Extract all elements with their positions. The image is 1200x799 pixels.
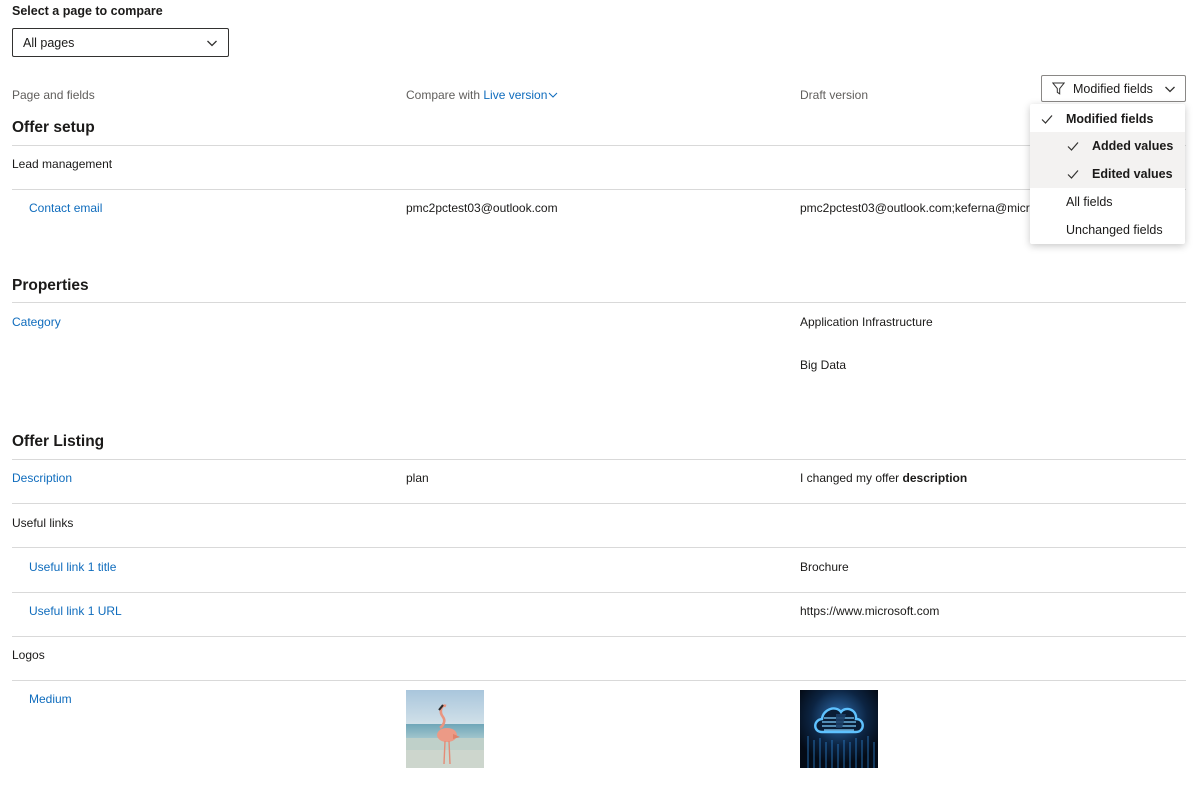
field-link-contact-email[interactable]: Contact email [29,201,102,215]
section-title-properties: Properties [12,277,89,294]
filter-icon [1052,82,1065,95]
divider [12,503,1186,504]
field-link-useful-link-1-url[interactable]: Useful link 1 URL [29,604,122,618]
column-header-compare: Compare with Live version [406,88,558,102]
page-select-dropdown[interactable]: All pages [12,28,229,57]
field-link-category[interactable]: Category [12,315,61,329]
draft-value-useful-link-1-url: https://www.microsoft.com [800,604,940,618]
live-version-link[interactable]: Live version [483,88,558,102]
group-label-logos: Logos [12,648,45,662]
divider [12,547,1186,548]
draft-value-description: I changed my offer description [800,471,968,485]
live-logo-flamingo-image [406,690,484,768]
divider [12,592,1186,593]
field-link-useful-link-1-title[interactable]: Useful link 1 title [29,560,116,574]
chevron-down-icon [549,92,558,98]
chevron-down-icon [207,40,217,47]
menu-item-added-values[interactable]: Added values [1030,132,1185,160]
page-select-label: Select a page to compare [12,4,163,18]
live-value-description: plan [406,471,429,485]
chevron-down-icon [1165,86,1175,93]
menu-item-all-fields[interactable]: All fields [1030,188,1185,216]
live-value-contact-email: pmc2pctest03@outlook.com [406,201,558,215]
divider [12,189,1186,190]
draft-logo-cloud-image [800,690,878,768]
menu-item-unchanged-fields[interactable]: Unchanged fields [1030,216,1185,244]
divider [12,459,1186,460]
page-select-value: All pages [23,35,75,50]
field-link-description[interactable]: Description [12,471,72,485]
checkmark-icon [1041,115,1053,124]
checkmark-icon [1067,170,1079,179]
section-title-offer-setup: Offer setup [12,119,95,136]
group-label-lead-management: Lead management [12,157,113,171]
compare-prefix: Compare with [406,88,481,102]
menu-item-edited-values[interactable]: Edited values [1030,160,1185,188]
checkmark-icon [1067,142,1079,151]
menu-item-modified-fields[interactable]: Modified fields [1030,105,1185,133]
filter-button-label: Modified fields [1073,81,1153,96]
divider [12,680,1186,681]
column-header-draft: Draft version [800,88,869,102]
column-header-page-fields: Page and fields [12,88,95,102]
section-title-offer-listing: Offer Listing [12,433,105,450]
draft-value-contact-email: pmc2pctest03@outlook.com;keferna@micr [800,201,1030,215]
divider [12,302,1186,303]
group-label-useful-links: Useful links [12,516,74,530]
draft-value-useful-link-1-title: Brochure [800,560,849,574]
draft-value-category-1: Application Infrastructure [800,315,933,329]
filter-button[interactable]: Modified fields [1041,75,1186,102]
divider [12,145,1186,146]
divider [12,636,1186,637]
filter-dropdown-menu: Modified fields Added values Edited valu… [1030,104,1185,244]
field-link-medium[interactable]: Medium [29,692,72,706]
draft-value-category-2: Big Data [800,358,847,372]
